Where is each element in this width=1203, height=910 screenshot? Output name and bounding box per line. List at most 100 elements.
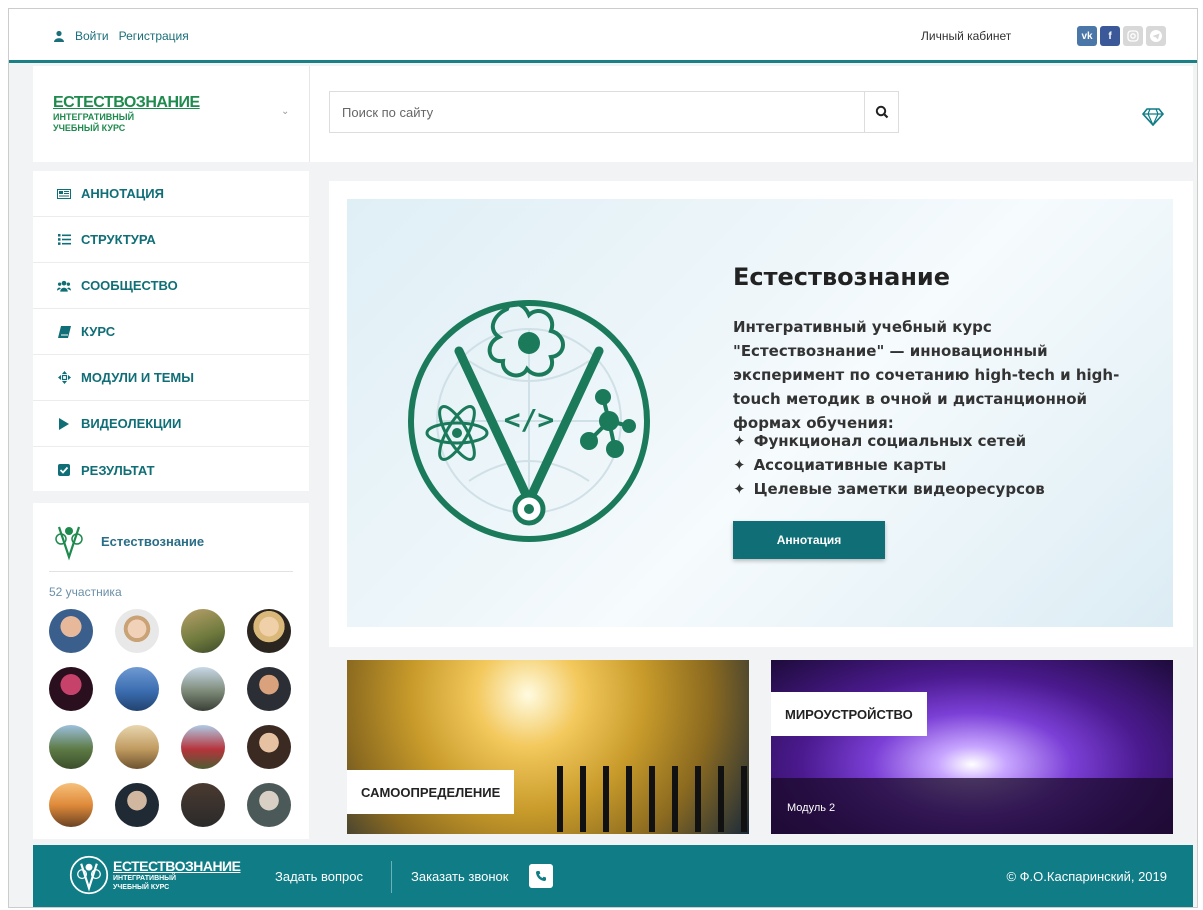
svg-text:</>: </> [504,403,555,436]
arrows-icon [57,371,71,385]
community-name: Естествознание [101,533,205,549]
member-avatars [49,609,291,827]
nav-item-label: КУРС [81,324,116,339]
nav-item-label: СООБЩЕСТВО [81,278,178,293]
avatar[interactable] [49,667,93,711]
feature-item: ✦ Ассоциативные карты [733,453,1045,477]
site-logo[interactable]: ЕСТЕСТВОЗНАНИЕ ИНТЕГРАТИВНЫЙ УЧЕБНЫЙ КУР… [49,84,200,144]
nav-item-modules[interactable]: МОДУЛИ И ТЕМЫ [33,355,309,401]
card-title: САМООПРЕДЕЛЕНИЕ [347,770,515,814]
login-link[interactable]: Войти [75,29,109,43]
decorative-stripes [557,766,747,832]
facebook-icon[interactable]: f [1100,26,1120,46]
nav-item-label: РЕЗУЛЬТАТ [81,462,155,478]
play-icon [57,417,71,431]
feature-item: ✦ Целевые заметки видеоресурсов [733,477,1045,501]
avatar[interactable] [181,725,225,769]
search-form [329,91,899,133]
nav-item-label: ВИДЕОЛЕКЦИИ [81,416,182,431]
phone-icon[interactable] [529,864,553,888]
search-input[interactable] [330,92,866,132]
user-icon [54,30,64,42]
check-square-icon [57,463,71,477]
avatar[interactable] [115,783,159,827]
nav-item-label: МОДУЛИ И ТЕМЫ [81,370,194,385]
nav-item-structure[interactable]: СТРУКТУРА [33,217,309,263]
logo-subtitle-2: УЧЕБНЫЙ КУРС [113,884,170,891]
users-icon [57,279,71,293]
nav-item-community[interactable]: СООБЩЕСТВО [33,263,309,309]
feature-label: Целевые заметки видеоресурсов [753,480,1045,498]
module-card-self-determination[interactable]: САМООПРЕДЕЛЕНИЕ [347,660,749,834]
flower-emblem-icon [69,855,109,895]
avatar[interactable] [49,609,93,653]
telegram-icon[interactable] [1146,26,1166,46]
instagram-icon[interactable] [1123,26,1143,46]
hero-panel: </> Естествознание Интегративный учебный… [329,181,1193,647]
course-emblem-icon: </> [408,300,650,542]
nav-item-course[interactable]: КУРС [33,309,309,355]
search-button[interactable] [864,92,898,132]
hero-banner: </> Естествознание Интегративный учебный… [347,199,1173,627]
logo-title: ЕСТЕСТВОЗНАНИЕ [53,94,200,111]
newspaper-icon [57,187,71,201]
arrows-icon: ✦ [733,432,746,450]
arrows-icon: ✦ [733,456,746,474]
avatar[interactable] [247,667,291,711]
copyright: © Ф.О.Каспаринский, 2019 [1006,869,1167,884]
book-icon [57,325,71,339]
footer: ЕСТЕСТВОЗНАНИЕ ИНТЕГРАТИВНЫЙ УЧЕБНЫЙ КУР… [33,845,1193,907]
avatar[interactable] [247,783,291,827]
avatar[interactable] [115,667,159,711]
avatar[interactable] [181,609,225,653]
arrows-icon: ✦ [733,480,746,498]
nav-item-label: СТРУКТУРА [81,232,156,247]
sidebar-nav: АННОТАЦИЯ СТРУКТУРА СООБЩЕСТВО КУРС МОДУ… [33,171,309,491]
ask-question-link[interactable]: Задать вопрос [275,869,363,884]
search-icon [875,105,888,119]
nav-item-result[interactable]: РЕЗУЛЬТАТ [33,447,309,493]
card-title: МИРОУСТРОЙСТВО [771,692,927,736]
hero-description: Интегративный учебный курс "Естествознан… [733,318,1120,432]
card-subtitle: Модуль 2 [787,802,836,814]
feature-label: Ассоциативные карты [753,456,947,474]
logo-subtitle-1: ИНТЕГРАТИВНЫЙ [113,875,177,882]
diamond-icon[interactable] [1142,108,1164,126]
request-call-link[interactable]: Заказать звонок [411,869,508,884]
avatar[interactable] [115,609,159,653]
community-header[interactable]: Естествознание [51,521,204,561]
vk-icon[interactable]: vk [1077,26,1097,46]
brand-block: ЕСТЕСТВОЗНАНИЕ ИНТЕГРАТИВНЫЙ УЧЕБНЫЙ КУР… [33,66,309,162]
module-card-world-structure[interactable]: МИРОУСТРОЙСТВО Модуль 2 [771,660,1173,834]
divider [49,571,293,572]
feature-item: ✦ Функционал социальных сетей [733,429,1045,453]
members-count: 52 участника [49,585,122,599]
search-bar [309,66,1193,162]
avatar[interactable] [181,783,225,827]
footer-logo[interactable]: ЕСТЕСТВОЗНАНИЕ ИНТЕГРАТИВНЫЙ УЧЕБНЫЙ КУР… [69,855,241,895]
community-widget: Естествознание 52 участника [33,503,309,839]
avatar[interactable] [115,725,159,769]
community-logo-icon [55,526,83,561]
feature-list: ✦ Функционал социальных сетей ✦ Ассоциатив… [733,429,1045,501]
avatar[interactable] [49,725,93,769]
avatar[interactable] [49,783,93,827]
logo-subtitle-2: УЧЕБНЫЙ КУРС [53,123,126,133]
avatar[interactable] [181,667,225,711]
nav-item-label: АННОТАЦИЯ [81,186,164,201]
annotation-button[interactable]: Аннотация [733,521,885,559]
avatar[interactable] [247,725,291,769]
logo-subtitle-1: ИНТЕГРАТИВНЫЙ [53,112,135,122]
nav-item-videolectures[interactable]: ВИДЕОЛЕКЦИИ [33,401,309,447]
avatar[interactable] [247,609,291,653]
browser-page: Войти Регистрация Личный кабинет vk f ЕС… [8,8,1198,908]
personal-cabinet-link[interactable]: Личный кабинет [921,29,1011,43]
divider [391,861,392,893]
social-links: vk f [1077,26,1166,46]
hero-title: Естествознание [733,263,951,291]
chevron-down-icon[interactable]: ⌄ [281,106,289,117]
register-link[interactable]: Регистрация [119,29,189,43]
nav-item-annotation[interactable]: АННОТАЦИЯ [33,171,309,217]
list-icon [57,233,71,247]
logo-title: ЕСТЕСТВОЗНАНИЕ [113,858,241,874]
